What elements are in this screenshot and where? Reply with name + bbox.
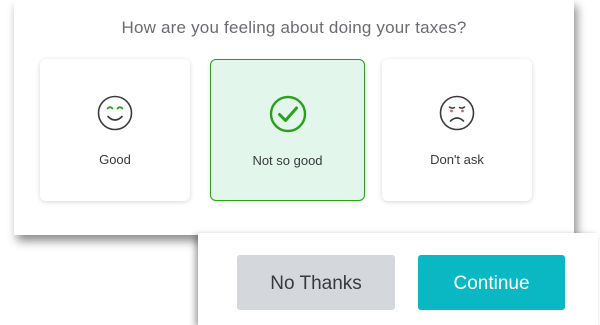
survey-question: How are you feeling about doing your tax… bbox=[121, 18, 467, 37]
checkmark-circle-icon bbox=[268, 94, 308, 134]
option-good-card[interactable]: Good bbox=[40, 59, 190, 201]
option-label: Don't ask bbox=[430, 152, 484, 167]
continue-button[interactable]: Continue bbox=[418, 255, 565, 310]
option-label: Good bbox=[99, 152, 131, 167]
action-button-bar: No Thanks Continue bbox=[198, 233, 598, 325]
no-thanks-button[interactable]: No Thanks bbox=[237, 255, 395, 310]
survey-dialog: How are you feeling about doing your tax… bbox=[0, 0, 600, 325]
option-dont-ask-card[interactable]: Don't ask bbox=[382, 59, 532, 201]
feeling-survey-panel: How are you feeling about doing your tax… bbox=[14, 0, 574, 235]
smiley-face-icon bbox=[95, 93, 135, 133]
sad-face-icon bbox=[437, 93, 477, 133]
option-label: Not so good bbox=[252, 153, 323, 168]
option-not-so-good-card[interactable]: Not so good bbox=[210, 59, 365, 201]
